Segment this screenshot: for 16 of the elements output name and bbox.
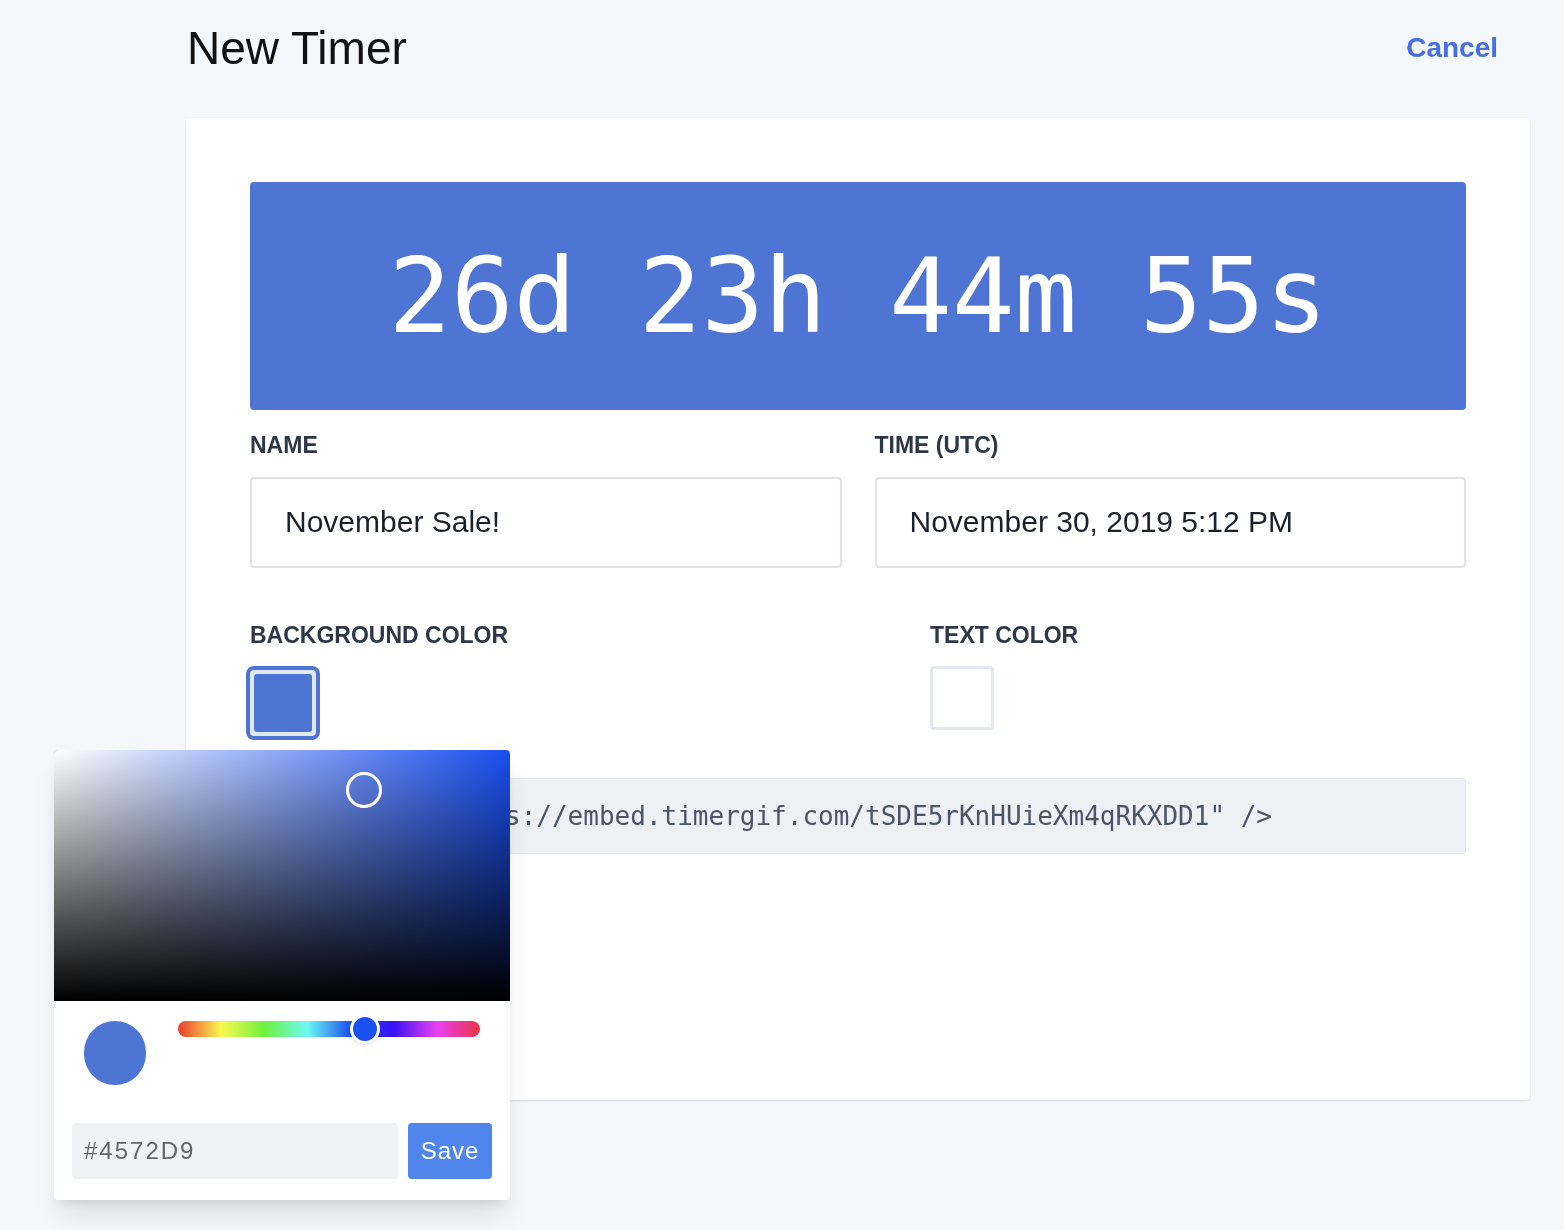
field-label: TEXT COLOR [930,620,1080,650]
hue-thumb[interactable] [350,1014,381,1044]
cancel-link[interactable]: Cancel [1406,27,1498,69]
countdown-text: 26d 23h 44m 55s [388,234,1328,359]
field-label: NAME [250,431,319,460]
color-swatch[interactable] [246,666,320,740]
save-button[interactable]: Save [408,1123,492,1179]
embed-code: s://embed.timergif.com/tSDE5rKnHUieXm4qRKXDD1" /> [505,799,1272,833]
hex-input[interactable]: #4572D9 [72,1123,398,1179]
field-label: TIME (UTC) [874,431,1000,460]
page-title: New Timer [187,25,407,71]
saturation-area[interactable] [54,750,510,1001]
field-label: BACKGROUND COLOR [250,620,510,650]
text-input[interactable]: November Sale! [250,476,842,568]
text-input[interactable]: November 30, 2019 5:12 PM [874,476,1466,568]
picker-handle[interactable] [346,772,382,808]
